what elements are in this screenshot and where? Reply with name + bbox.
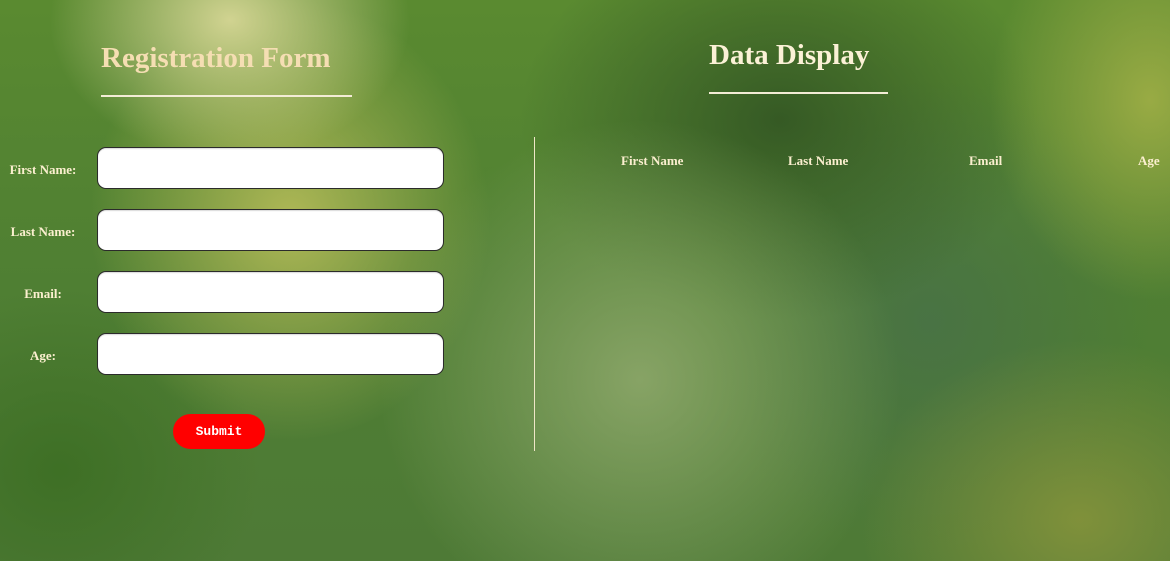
column-header-age: Age (1138, 153, 1160, 168)
email-input[interactable] (97, 271, 444, 313)
submit-button[interactable]: Submit (173, 414, 265, 449)
first-name-label: First Name: (9, 162, 77, 177)
column-header-first-name: First Name (621, 153, 684, 168)
email-label: Email: (24, 286, 62, 301)
registration-form-title: Registration Form (101, 42, 331, 74)
first-name-input[interactable] (97, 147, 444, 189)
data-display-title: Data Display (709, 39, 870, 71)
age-input[interactable] (97, 333, 444, 375)
column-header-email: Email (969, 153, 1003, 168)
registration-title-underline (101, 95, 352, 97)
age-label: Age: (30, 348, 56, 363)
panel-divider (534, 137, 535, 451)
last-name-label: Last Name: (10, 224, 76, 239)
data-display-title-underline (709, 92, 888, 94)
last-name-input[interactable] (97, 209, 444, 251)
column-header-last-name: Last Name (788, 153, 849, 168)
